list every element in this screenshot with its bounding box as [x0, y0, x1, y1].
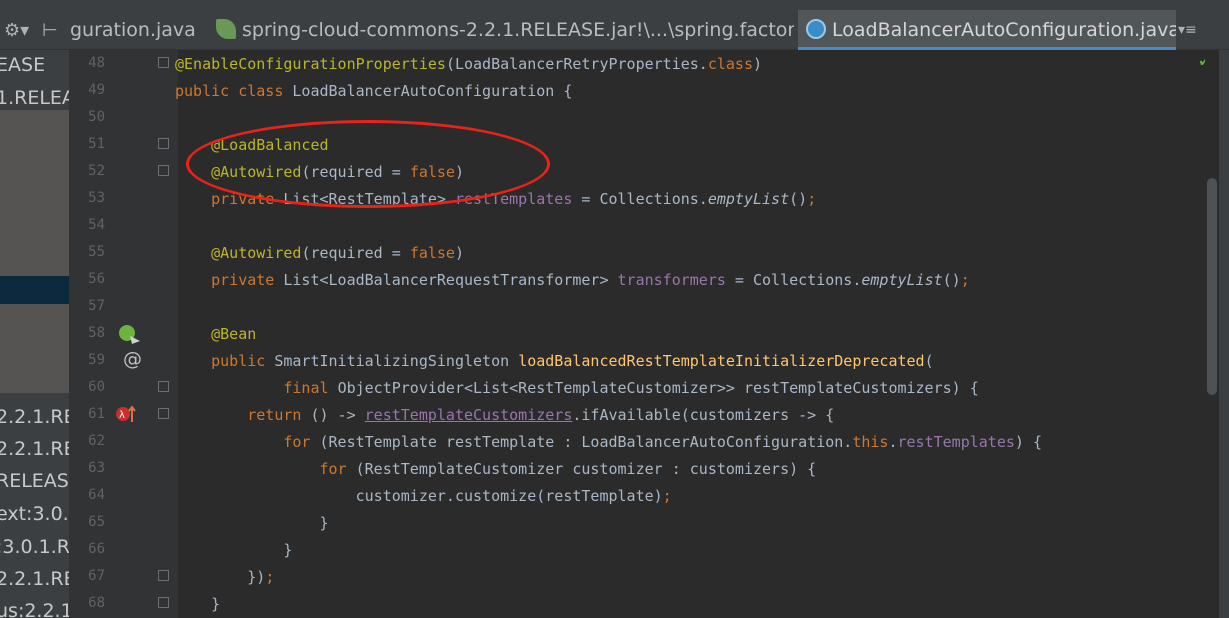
line-number: 50 [88, 109, 105, 125]
tab-label: LoadBalancerAutoConfiguration.java [832, 19, 1176, 41]
tree-item[interactable]: us:2.2.1.R [0, 600, 69, 618]
panel-shade [0, 305, 69, 393]
line-number: 52 [88, 163, 105, 179]
vertical-scrollbar[interactable] [1205, 50, 1219, 618]
code-line[interactable]: return () -> restTemplateCustomizers.ifA… [175, 406, 834, 424]
fold-marker[interactable] [158, 597, 169, 608]
code-line[interactable]: final ObjectProvider<List<RestTemplateCu… [175, 379, 978, 397]
editor-tab-bar: ⚙▾ ⊢ guration.java × spring-cloud-commons… [0, 10, 1229, 50]
code-line[interactable]: @Autowired(required = false) [175, 244, 464, 262]
code-line[interactable]: @LoadBalanced [175, 136, 328, 154]
line-number: 51 [88, 136, 105, 152]
tree-item[interactable]: :3.0.1.RE [0, 536, 69, 558]
code-line[interactable]: customizer.customize(restTemplate); [175, 487, 672, 505]
fold-marker[interactable] [158, 165, 169, 176]
gear-icon[interactable]: ⚙▾ [4, 20, 29, 41]
lambda-override-icon[interactable]: λ [115, 404, 137, 424]
tab-label: guration.java [70, 19, 196, 41]
line-number: 56 [88, 271, 105, 287]
code-line[interactable]: } [175, 514, 328, 532]
close-icon[interactable]: × [204, 20, 205, 41]
fold-marker[interactable] [158, 408, 169, 419]
spring-bean-icon[interactable] [118, 324, 142, 346]
spring-leaf-icon [216, 19, 236, 39]
java-class-icon [806, 19, 826, 39]
tab-list-icon[interactable]: ▾≡ [1178, 10, 1197, 50]
line-number: 54 [88, 217, 105, 233]
project-panel: EASE 1.RELEA 2.2.1.RELE 2.2.1.REI RELEAS… [0, 50, 70, 618]
tree-item[interactable]: 2.2.1.REI [0, 568, 69, 590]
code-line[interactable]: } [175, 595, 220, 613]
tab-tools: ⚙▾ ⊢ [0, 10, 70, 50]
code-line[interactable]: }); [175, 568, 274, 586]
code-line[interactable]: for (RestTemplateCustomizer customizer :… [175, 460, 817, 478]
tab-configuration-java[interactable]: guration.java × [70, 10, 205, 50]
line-number: 65 [88, 514, 105, 530]
code-line[interactable]: private List<LoadBalancerRequestTransfor… [175, 271, 970, 289]
code-line[interactable]: @Bean [175, 325, 256, 343]
collapse-icon[interactable]: ⊢ [42, 20, 58, 41]
line-number: 67 [88, 568, 105, 584]
line-number: 68 [88, 595, 105, 611]
line-number: 66 [88, 541, 105, 557]
tree-item[interactable]: 2.2.1.RELE [0, 406, 69, 428]
line-number: 62 [88, 433, 105, 449]
title-strip [0, 0, 1229, 10]
right-tool-strip [1219, 50, 1229, 618]
tree-item[interactable]: ext:3.0.1 [0, 503, 69, 525]
selected-row[interactable] [0, 276, 69, 304]
code-line[interactable]: private List<RestTemplate> restTemplates… [175, 190, 816, 208]
line-number: 49 [88, 82, 105, 98]
code-line[interactable]: @EnableConfigurationProperties(LoadBalan… [175, 55, 762, 73]
line-number: 53 [88, 190, 105, 206]
svg-text:λ: λ [119, 410, 125, 421]
code-line[interactable]: @Autowired(required = false) [175, 163, 464, 181]
scrollbar-thumb[interactable] [1207, 178, 1217, 395]
line-number: 61 [88, 406, 105, 422]
autowired-icon[interactable]: @ [123, 348, 142, 370]
line-number: 63 [88, 460, 105, 476]
line-number: 57 [88, 298, 105, 314]
line-number: 58 [88, 325, 105, 341]
fold-marker[interactable] [158, 381, 169, 392]
tab-label: spring-cloud-commons-2.2.1.RELEASE.jar!\… [242, 19, 794, 41]
code-line[interactable]: public class LoadBalancerAutoConfigurati… [175, 82, 572, 100]
code-line[interactable]: public SmartInitializingSingleton loadBa… [175, 352, 933, 370]
tree-item[interactable]: 2.2.1.REI [0, 438, 69, 460]
fold-marker[interactable] [158, 57, 169, 68]
line-number: 64 [88, 487, 105, 503]
fold-marker[interactable] [158, 138, 169, 149]
line-number: 60 [88, 379, 105, 395]
tab-loadbalancer-autoconfiguration[interactable]: LoadBalancerAutoConfiguration.java× [798, 10, 1176, 50]
code-line[interactable]: } [175, 541, 292, 559]
tree-item[interactable]: RELEASE [0, 470, 69, 492]
line-number: 48 [88, 55, 105, 71]
tab-spring-factories[interactable]: spring-cloud-commons-2.2.1.RELEASE.jar!\… [212, 10, 794, 50]
line-number: 59 [88, 352, 105, 368]
fold-marker[interactable] [158, 570, 169, 581]
tree-item[interactable]: 1.RELEA [0, 87, 69, 109]
tree-item[interactable]: EASE [0, 54, 45, 76]
code-line[interactable]: for (RestTemplate restTemplate : LoadBal… [175, 433, 1042, 451]
line-number: 55 [88, 244, 105, 260]
